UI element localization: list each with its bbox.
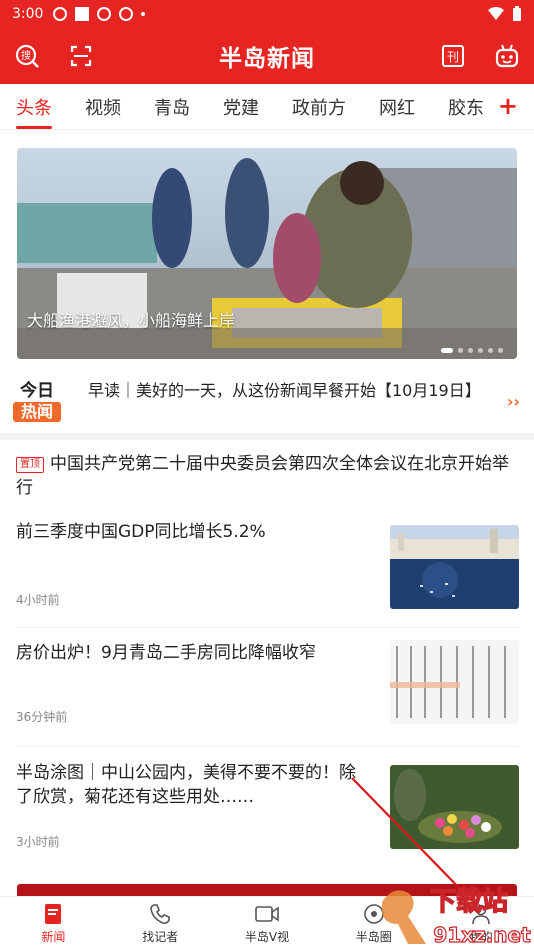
watermark-text: 下载站 (430, 887, 508, 917)
watermark-url: 91xz.net (433, 923, 531, 947)
annotation-arrow (351, 777, 469, 898)
watermark-logo: 下载站 91xz.net (382, 886, 532, 948)
